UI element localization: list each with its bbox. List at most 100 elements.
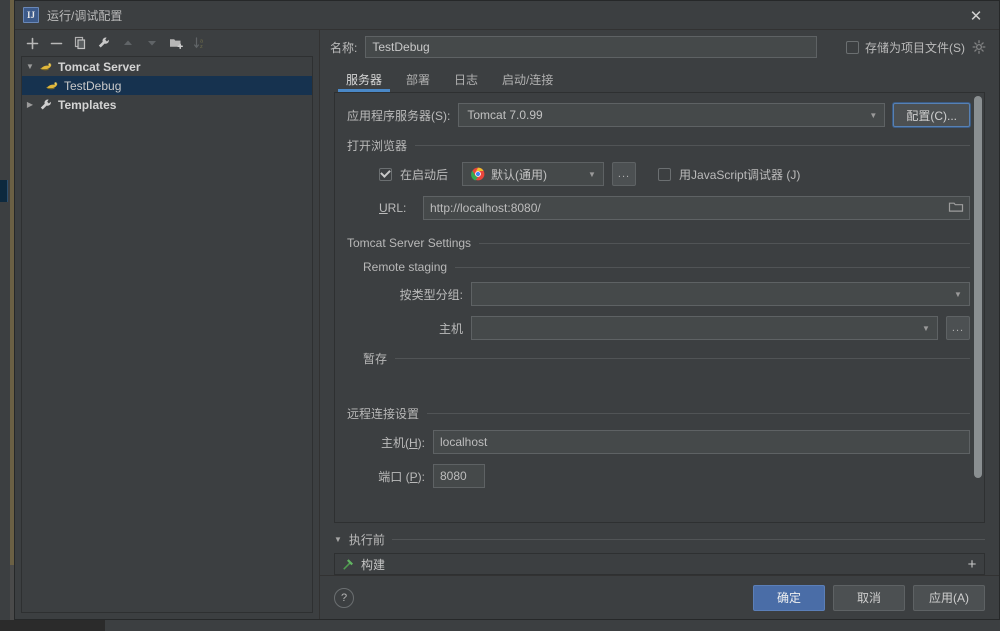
chevron-down-icon: ▼ — [869, 110, 878, 120]
configuration-editor-pane: 名称: 存储为项目文件(S) 服务器 — [320, 30, 999, 619]
close-icon[interactable]: ✕ — [953, 1, 999, 30]
browser-launch-row: 在启动后 默认(通用) ▼ ... 用JavaScript调试器 (J) — [347, 162, 970, 186]
tab-deployment[interactable]: 部署 — [394, 66, 442, 92]
configuration-tabs: 服务器 部署 日志 启动/连接 — [320, 64, 999, 92]
move-down-button[interactable] — [141, 32, 163, 54]
wrench-icon — [38, 97, 54, 113]
staging-group-header: 暂存 — [347, 350, 970, 367]
store-as-project-file-group: 存储为项目文件(S) — [846, 39, 987, 56]
name-input[interactable] — [365, 36, 818, 58]
tab-startup-connection[interactable]: 启动/连接 — [490, 66, 565, 92]
ide-left-toolbar-strip — [0, 0, 10, 631]
group-divider — [395, 358, 970, 359]
group-divider — [455, 266, 970, 268]
add-button[interactable] — [21, 32, 43, 54]
remote-host-row: 主机(H): localhost — [347, 430, 970, 454]
tab-label: 日志 — [454, 72, 479, 87]
sort-configurations-icon[interactable]: a z — [189, 32, 211, 54]
staging-group-title: 暂存 — [363, 352, 388, 366]
application-server-row: 应用程序服务器(S): Tomcat 7.0.99 ▼ 配置(C)... — [347, 103, 970, 127]
dialog-body: a z ▼ Tomcat Server TestDebug ▶ Template… — [15, 30, 999, 619]
cancel-button[interactable]: 取消 — [833, 584, 905, 611]
ide-status-bar-left — [0, 620, 105, 631]
js-debugger-label: 用JavaScript调试器 (J) — [679, 167, 801, 182]
svg-text:z: z — [200, 44, 203, 50]
tomcat-icon — [38, 59, 54, 75]
tree-node-tomcat-server[interactable]: ▼ Tomcat Server — [22, 57, 312, 76]
run-debug-configurations-dialog: IJ 运行/调试配置 ✕ a z ▼ Tomcat Server TestDeb… — [14, 0, 1000, 620]
staging-host-browse-button[interactable]: ... — [946, 316, 970, 340]
open-browser-group-title: 打开浏览器 — [347, 139, 408, 153]
js-debugger-checkbox[interactable] — [658, 167, 672, 181]
before-launch-section: ▼ 执行前 构建 + — [334, 531, 985, 575]
dialog-title: 运行/调试配置 — [47, 8, 123, 23]
chevron-down-icon: ▼ — [588, 169, 596, 179]
intellij-logo-icon: IJ — [23, 7, 39, 23]
group-divider — [479, 242, 970, 244]
tomcat-icon — [44, 78, 60, 94]
remote-host-label: 主机(H): — [380, 435, 425, 450]
chevron-down-icon: ▼ — [954, 289, 962, 299]
remote-port-input[interactable]: 8080 — [433, 464, 485, 488]
chevron-right-icon[interactable]: ▶ — [22, 100, 38, 109]
tab-server[interactable]: 服务器 — [334, 66, 394, 92]
tree-node-testdebug[interactable]: TestDebug — [22, 76, 312, 95]
url-label: URL: — [379, 201, 407, 215]
application-server-label: 应用程序服务器(S): — [347, 108, 451, 123]
ide-tool-window-tab-marker — [0, 180, 8, 202]
help-button[interactable]: ? — [334, 587, 354, 608]
browser-value: 默认(通用) — [491, 167, 548, 182]
remote-port-label: 端口 (P): — [378, 469, 425, 484]
add-before-launch-task-button[interactable]: + — [960, 554, 984, 575]
content-scrollbar[interactable] — [974, 96, 982, 478]
browser-select[interactable]: 默认(通用) ▼ — [462, 162, 605, 186]
tab-label: 启动/连接 — [502, 72, 554, 87]
before-launch-task-build[interactable]: 构建 — [341, 556, 385, 573]
open-browser-group-header: 打开浏览器 — [347, 137, 970, 154]
before-launch-title: 执行前 — [348, 533, 385, 547]
group-by-type-label: 按类型分组: — [399, 287, 463, 302]
apply-button[interactable]: 应用(A) — [913, 584, 985, 611]
group-by-type-select[interactable]: ▼ — [471, 282, 970, 306]
build-hammer-icon — [341, 557, 355, 571]
staging-host-select[interactable]: ▼ — [471, 316, 938, 340]
group-by-type-row: 按类型分组: ▼ — [347, 282, 970, 306]
before-launch-header[interactable]: ▼ 执行前 — [334, 531, 985, 548]
after-launch-label: 在启动后 — [400, 167, 449, 182]
move-into-folder-icon[interactable] — [165, 32, 187, 54]
group-divider — [391, 539, 985, 540]
application-server-select[interactable]: Tomcat 7.0.99 ▼ — [458, 103, 886, 127]
remote-staging-group-title: Remote staging — [363, 260, 448, 274]
remote-port-row: 端口 (P): 8080 — [347, 464, 970, 488]
staging-host-row: 主机 ▼ ... — [347, 316, 970, 340]
store-as-project-file-label: 存储为项目文件(S) — [865, 40, 965, 55]
ok-button[interactable]: 确定 — [753, 584, 825, 611]
chrome-icon — [471, 167, 485, 181]
name-label: 名称: — [330, 40, 358, 55]
remote-host-input[interactable]: localhost — [433, 430, 970, 454]
gear-icon[interactable] — [971, 39, 987, 55]
configure-button[interactable]: 配置(C)... — [893, 103, 970, 127]
chevron-down-icon: ▼ — [922, 323, 930, 333]
configurations-tree[interactable]: ▼ Tomcat Server TestDebug ▶ Templates — [21, 56, 313, 613]
chevron-down-icon[interactable]: ▼ — [334, 535, 342, 544]
after-launch-checkbox[interactable] — [379, 167, 392, 181]
tree-node-templates[interactable]: ▶ Templates — [22, 95, 312, 114]
chevron-down-icon[interactable]: ▼ — [22, 62, 38, 71]
configurations-toolbar: a z — [15, 30, 319, 56]
application-server-value: Tomcat 7.0.99 — [467, 108, 543, 122]
url-input[interactable]: http://localhost:8080/ — [423, 196, 970, 220]
tomcat-settings-group-header: Tomcat Server Settings — [347, 236, 970, 250]
before-launch-task-list[interactable]: 构建 + — [334, 553, 985, 575]
remove-button[interactable] — [45, 32, 67, 54]
edit-templates-wrench-icon[interactable] — [93, 32, 115, 54]
move-up-button[interactable] — [117, 32, 139, 54]
dialog-title-bar: IJ 运行/调试配置 ✕ — [15, 1, 999, 30]
tab-logs[interactable]: 日志 — [442, 66, 490, 92]
copy-configuration-button[interactable] — [69, 32, 91, 54]
folder-icon[interactable] — [948, 200, 964, 217]
group-divider — [427, 413, 970, 414]
store-as-project-file-checkbox[interactable] — [846, 40, 859, 54]
before-launch-task-label: 构建 — [361, 557, 386, 572]
browser-browse-button[interactable]: ... — [612, 162, 637, 186]
